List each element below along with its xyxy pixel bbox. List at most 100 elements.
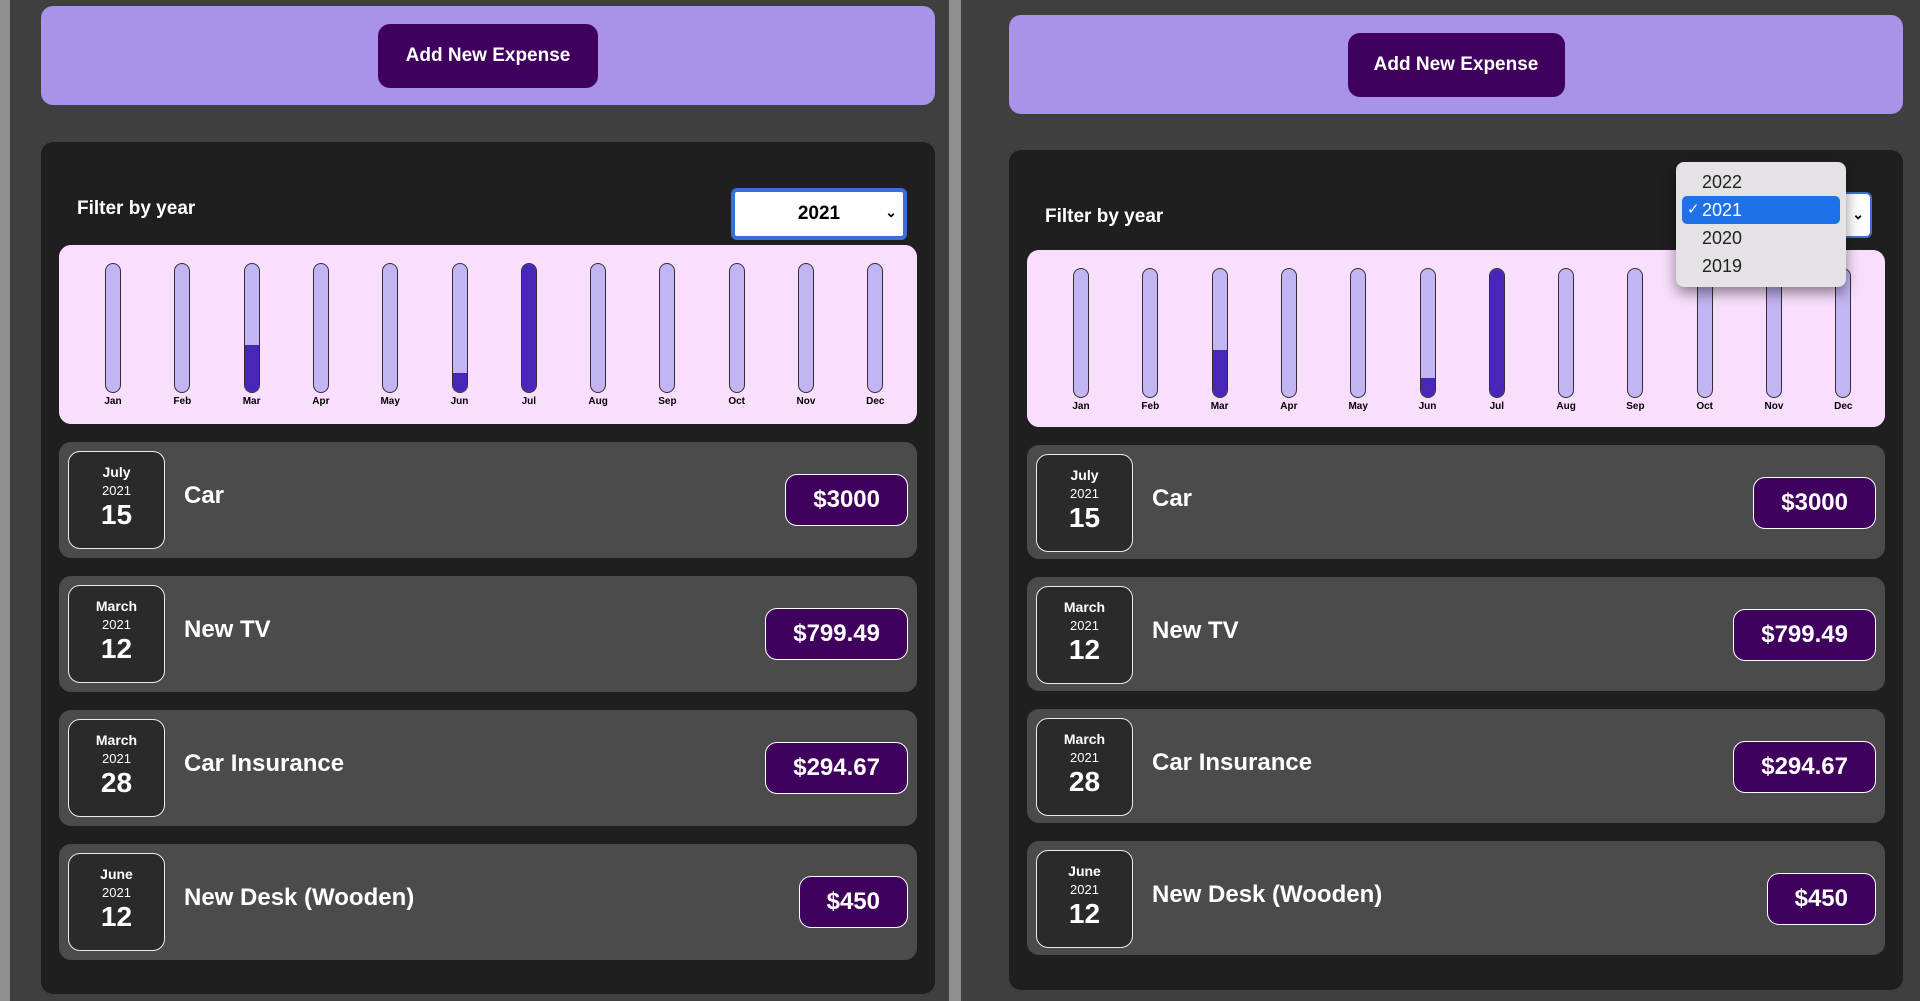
- chart-bar-fill: [452, 372, 467, 392]
- chart-bar-label: May: [1348, 401, 1368, 412]
- chart-bar: Feb: [152, 263, 212, 415]
- chart-bar-track: [1558, 268, 1575, 398]
- chart-bar-label: Jan: [1072, 401, 1090, 412]
- expense-title: New Desk (Wooden): [184, 884, 415, 911]
- expense-date-day: 28: [1068, 766, 1101, 797]
- chart-bar-track: [243, 263, 260, 393]
- expense-date: July 2021 15: [68, 451, 165, 549]
- expense-date-month: June: [1068, 863, 1101, 879]
- expense-title: Car: [1152, 485, 1193, 512]
- expense-amount: $294.67: [1733, 741, 1876, 793]
- expense-title: Car Insurance: [184, 750, 345, 777]
- chart-bar-label: Feb: [1141, 401, 1160, 412]
- expense-item[interactable]: July 2021 15 Car $3000: [1027, 445, 1885, 559]
- year-option-2020[interactable]: 2020: [1682, 224, 1840, 252]
- chart-bar-track: [1350, 268, 1367, 398]
- chart-bar-label: Jul: [521, 396, 537, 407]
- chart-bar: Feb: [1120, 268, 1180, 420]
- expense-title: Car: [184, 482, 225, 509]
- chart-bar: Oct: [1675, 268, 1735, 420]
- chart-bar-track: [312, 263, 329, 393]
- year-option-label: 2021: [1702, 200, 1743, 220]
- expenses-filter: Filter by year 2021 ⌄: [77, 184, 907, 240]
- expense-date-month: July: [1070, 467, 1099, 483]
- chart-bar-label: Dec: [1834, 401, 1853, 412]
- expense-date-year: 2021: [1070, 750, 1099, 765]
- chart-bar-label: Dec: [866, 396, 885, 407]
- expense-item[interactable]: March 2021 12 New TV $799.49: [59, 576, 917, 692]
- chart-bar-label: Aug: [1556, 401, 1576, 412]
- chart-bar-track: [659, 263, 676, 393]
- expense-amount: $450: [1766, 873, 1876, 925]
- expense-item[interactable]: March 2021 28 Car Insurance $294.67: [1027, 709, 1885, 823]
- chart-bar-track: [1627, 268, 1644, 398]
- expense-date-year: 2021: [1070, 486, 1099, 501]
- expense-date-year: 2021: [1070, 882, 1099, 897]
- chart-bar-label: Aug: [588, 396, 608, 407]
- chart-bar: Mar: [1190, 268, 1250, 420]
- year-option-2022[interactable]: 2022: [1682, 168, 1840, 196]
- year-dropdown-menu: 2022 ✓ 2021 2020 2019: [1676, 162, 1846, 287]
- chart-bar-track: [105, 263, 121, 393]
- chart-bar-label: Sep: [658, 396, 677, 407]
- expense-date-day: 12: [100, 901, 133, 932]
- year-option-2019[interactable]: 2019: [1682, 252, 1840, 280]
- chart-bar: Jan: [83, 263, 143, 415]
- expense-item[interactable]: June 2021 12 New Desk (Wooden) $450: [1027, 841, 1885, 955]
- chart-bar-label: Nov: [1764, 401, 1784, 412]
- chart-bar-label: May: [380, 396, 400, 407]
- chart-bar: Jan: [1051, 268, 1111, 420]
- chart-bar: Aug: [568, 263, 628, 415]
- expense-date: June 2021 12: [1036, 850, 1133, 948]
- expense-amount: $3000: [1753, 477, 1876, 529]
- new-expense-card: Add New Expense: [1009, 15, 1903, 114]
- chart-bar: Dec: [845, 263, 905, 415]
- expense-item[interactable]: July 2021 15 Car $3000: [59, 442, 917, 558]
- chart-bar-label: Apr: [1280, 401, 1298, 412]
- year-option-label: 2022: [1702, 172, 1743, 192]
- chart-bar: Jul: [499, 263, 559, 415]
- chart-bar-track: [590, 263, 607, 393]
- year-select[interactable]: 2021 ⌄: [731, 188, 907, 240]
- expense-date-year: 2021: [102, 617, 131, 632]
- chart-bar-label: Mar: [242, 396, 261, 407]
- add-new-expense-button[interactable]: Add New Expense: [378, 23, 598, 88]
- expense-title: New TV: [1152, 617, 1239, 644]
- checkmark-icon: ✓: [1687, 201, 1700, 218]
- year-select-value: 2021: [797, 203, 841, 224]
- expense-item[interactable]: March 2021 28 Car Insurance $294.67: [59, 710, 917, 826]
- chart-bar-track: [1142, 268, 1159, 398]
- year-option-label: 2019: [1702, 256, 1743, 276]
- expense-title: New TV: [184, 616, 271, 643]
- chart-bar-label: Apr: [312, 396, 330, 407]
- chart-bar-label: Mar: [1210, 401, 1229, 412]
- expense-date-month: June: [100, 866, 133, 882]
- expense-amount: $799.49: [1733, 609, 1876, 661]
- expense-item[interactable]: June 2021 12 New Desk (Wooden) $450: [59, 844, 917, 960]
- chart-bar-track: [1211, 268, 1228, 398]
- chart-bar-label: Feb: [173, 396, 192, 407]
- chevron-down-icon: ⌄: [885, 204, 897, 220]
- chart-bar-track: [867, 263, 884, 393]
- expense-amount: $450: [798, 876, 908, 928]
- chart-bar: Dec: [1813, 268, 1873, 420]
- expense-date-day: 15: [1068, 502, 1101, 533]
- expense-date: March 2021 28: [1036, 718, 1133, 816]
- new-expense-card: Add New Expense: [41, 6, 935, 105]
- chart-bar: Jul: [1467, 268, 1527, 420]
- expenses-card: Filter by year 2021 ⌄ Jan Feb Mar Apr May Jun…: [41, 142, 935, 994]
- year-option-2021[interactable]: ✓ 2021: [1682, 196, 1840, 224]
- expense-item[interactable]: March 2021 12 New TV $799.49: [1027, 577, 1885, 691]
- chart-bar: Apr: [1259, 268, 1319, 420]
- chart-bar: May: [1328, 268, 1388, 420]
- expense-amount: $3000: [785, 474, 908, 526]
- chart-bar-label: Jan: [104, 396, 122, 407]
- chart-bar: Nov: [776, 263, 836, 415]
- expense-date-day: 28: [100, 767, 133, 798]
- add-new-expense-button[interactable]: Add New Expense: [1347, 32, 1565, 97]
- chevron-down-icon: ⌄: [1852, 206, 1864, 222]
- year-option-label: 2020: [1702, 228, 1743, 248]
- chart-bar: Jun: [1398, 268, 1458, 420]
- chart-bar-track: [451, 263, 468, 393]
- chart-bar-fill: [521, 264, 536, 392]
